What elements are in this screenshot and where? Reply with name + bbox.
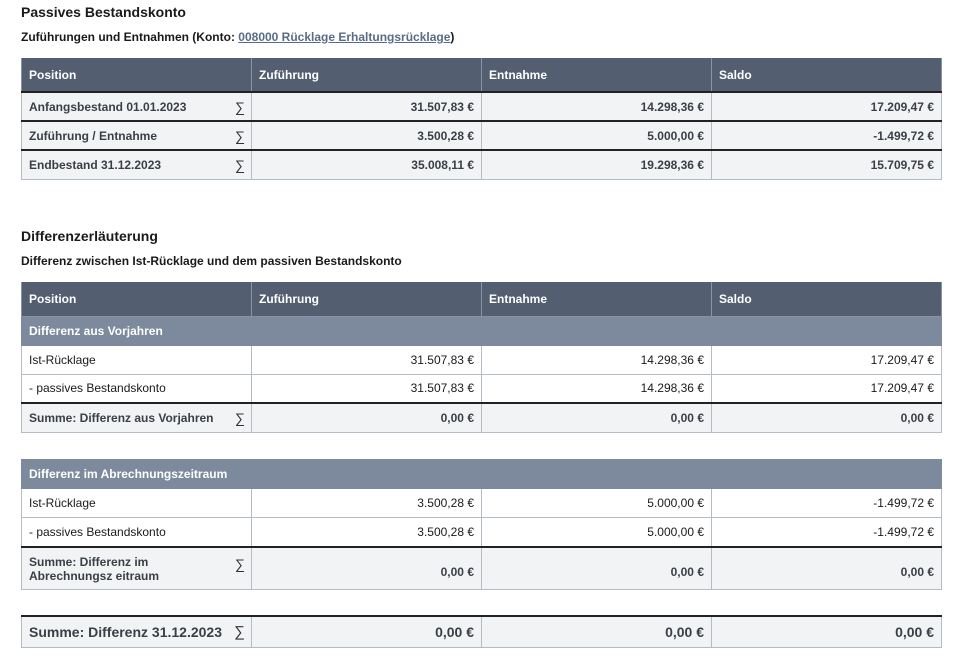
cell-zufuehrung: 35.008,11 € — [251, 149, 482, 180]
cell-saldo: 0,00 € — [711, 402, 942, 433]
sigma-icon: ∑ — [235, 409, 245, 426]
subtitle-prefix: Zuführungen und Entnahmen (Konto: — [21, 30, 239, 44]
cell-saldo: 0,00 € — [711, 615, 942, 648]
col-header-zufuehrung: Zuführung — [251, 58, 482, 93]
table-row: - passives Bestandskonto 3.500,28 € 5.00… — [21, 517, 943, 547]
subtitle-suffix: ) — [450, 30, 455, 44]
cell-zufuehrung: 3.500,28 € — [251, 120, 482, 151]
section-subtitle-bestandskonto: Zuführungen und Entnahmen (Konto: 008000… — [21, 30, 454, 44]
col-header-zufuehrung: Zuführung — [251, 282, 482, 317]
cell-entnahme: 14.298,36 € — [481, 91, 712, 122]
section-title-differenz: Differenzerläuterung — [21, 228, 158, 244]
sum-row: Summe: Differenz aus Vorjahren ∑ 0,00 € 0… — [21, 402, 942, 433]
cell-saldo: -1.499,72 € — [710, 517, 943, 547]
konto-link[interactable]: 008000 Rücklage Erhaltungsrücklage — [238, 30, 450, 44]
cell-entnahme: 14.298,36 € — [481, 373, 712, 404]
col-header-saldo: Saldo — [711, 282, 942, 317]
row-position: Summe: Differenz aus Vorjahren — [29, 410, 214, 425]
sigma-icon: ∑ — [235, 98, 245, 115]
cell-saldo: -1.499,72 € — [710, 488, 943, 518]
col-header-position: Position — [21, 58, 252, 93]
sigma-icon: ∑ — [235, 156, 245, 173]
sigma-icon: ∑ — [234, 623, 245, 641]
col-header-entnahme: Entnahme — [481, 58, 712, 93]
table-row: Ist-Rücklage 3.500,28 € 5.000,00 € -1.49… — [21, 488, 943, 518]
cell-entnahme: 19.298,36 € — [481, 149, 712, 180]
cell-entnahme: 0,00 € — [481, 545, 712, 590]
bestandskonto-table: Position Zuführung Entnahme Saldo Anfang… — [21, 58, 942, 180]
group-title: Differenz im Abrechnungszeitraum — [20, 459, 943, 489]
cell-zufuehrung: 3.500,28 € — [251, 488, 482, 518]
row-position: Anfangsbestand 01.01.2023 — [29, 99, 187, 114]
section-title-bestandskonto: Passives Bestandskonto — [21, 4, 186, 20]
cell-zufuehrung: 3.500,28 € — [251, 517, 482, 547]
cell-zufuehrung: 31.507,83 € — [251, 91, 482, 122]
table-row: Endbestand 31.12.2023 ∑ 35.008,11 € 19.29… — [21, 149, 942, 180]
row-position: Summe: Differenz im Abrechnungsz eitraum — [29, 554, 160, 583]
differenz-abrechnung-table: Differenz im Abrechnungszeitraum Ist-Rüc… — [20, 459, 943, 590]
table-row: Anfangsbestand 01.01.2023 ∑ 31.507,83 € 1… — [21, 91, 942, 122]
group-header: Differenz aus Vorjahren — [21, 315, 942, 346]
group-header: Differenz im Abrechnungszeitraum — [20, 459, 943, 489]
cell-saldo: 17.209,47 € — [711, 373, 942, 404]
row-position: - passives Bestandskonto — [21, 517, 252, 547]
row-position: Endbestand 31.12.2023 — [29, 157, 162, 172]
cell-entnahme: 5.000,00 € — [481, 120, 712, 151]
cell-saldo: -1.499,72 € — [711, 120, 942, 151]
sigma-icon: ∑ — [235, 555, 245, 572]
cell-zufuehrung: 31.507,83 € — [251, 373, 482, 404]
row-position: Summe: Differenz 31.12.2023 — [29, 623, 222, 640]
col-header-position: Position — [21, 282, 252, 317]
table-row: Zuführung / Entnahme ∑ 3.500,28 € 5.000,0… — [21, 120, 942, 151]
cell-entnahme: 5.000,00 € — [481, 488, 712, 518]
cell-saldo: 17.209,47 € — [711, 91, 942, 122]
group-title: Differenz aus Vorjahren — [21, 315, 942, 346]
cell-saldo: 0,00 € — [710, 545, 943, 590]
table-row: Ist-Rücklage 31.507,83 € 14.298,36 € 17.… — [21, 344, 942, 375]
sum-row: Summe: Differenz im Abrechnungsz eitraum… — [21, 545, 943, 590]
cell-entnahme: 5.000,00 € — [481, 517, 712, 547]
section-subtitle-differenz: Differenz zwischen Ist-Rücklage und dem … — [21, 254, 402, 268]
differenz-vorjahre-table: Position Zuführung Entnahme Saldo Differ… — [21, 282, 942, 433]
col-header-entnahme: Entnahme — [481, 282, 712, 317]
cell-entnahme: 0,00 € — [481, 615, 712, 648]
cell-zufuehrung: 31.507,83 € — [251, 344, 482, 375]
cell-saldo: 15.709,75 € — [711, 149, 942, 180]
cell-zufuehrung: 0,00 € — [251, 402, 482, 433]
cell-entnahme: 14.298,36 € — [481, 344, 712, 375]
row-position: Zuführung / Entnahme — [29, 128, 157, 143]
row-position: Ist-Rücklage — [21, 488, 252, 518]
cell-entnahme: 0,00 € — [481, 402, 712, 433]
sigma-icon: ∑ — [235, 127, 245, 144]
cell-saldo: 17.209,47 € — [711, 344, 942, 375]
total-row: Summe: Differenz 31.12.2023 ∑ 0,00 € 0,00… — [21, 615, 942, 648]
row-position: - passives Bestandskonto — [21, 373, 252, 404]
col-header-saldo: Saldo — [711, 58, 942, 93]
cell-zufuehrung: 0,00 € — [251, 545, 482, 590]
table-row: - passives Bestandskonto 31.507,83 € 14.… — [21, 373, 942, 404]
cell-zufuehrung: 0,00 € — [251, 615, 482, 648]
row-position: Ist-Rücklage — [21, 344, 252, 375]
differenz-total-table: Summe: Differenz 31.12.2023 ∑ 0,00 € 0,00… — [21, 615, 942, 648]
